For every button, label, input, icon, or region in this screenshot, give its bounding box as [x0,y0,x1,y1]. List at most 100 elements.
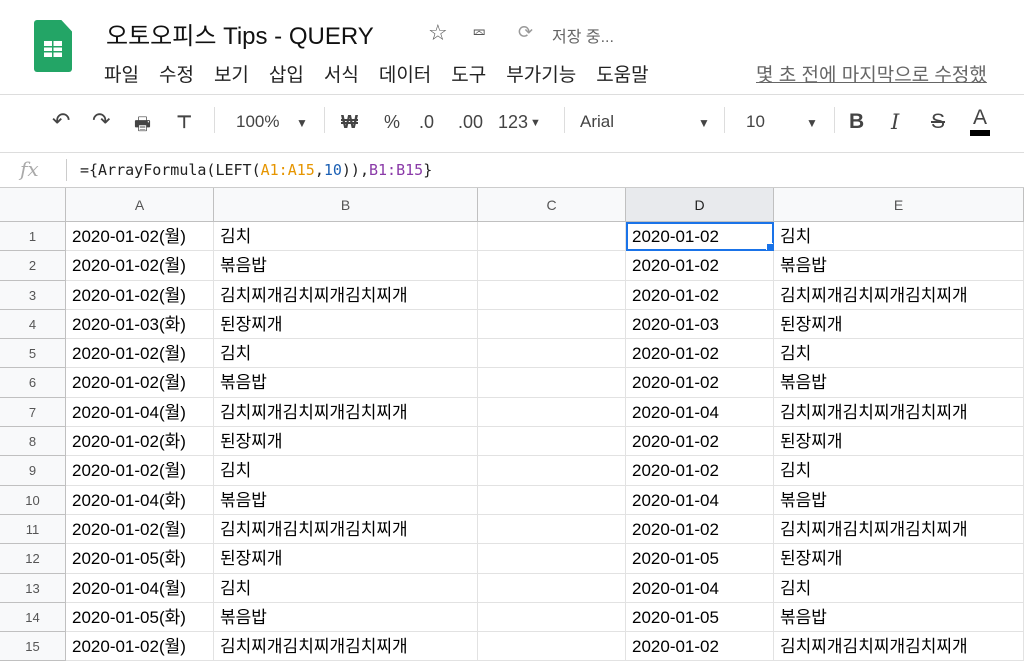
cell-a[interactable]: 2020-01-05(화) [66,544,214,574]
cell-c[interactable] [478,251,626,281]
cell-b[interactable]: 김치찌개김치찌개김치찌개 [214,397,478,428]
chevron-down-icon[interactable]: ▼ [698,116,710,130]
cell-a[interactable]: 2020-01-02(월) [66,280,214,310]
cell-a[interactable]: 2020-01-02(월) [66,456,214,486]
menu-file[interactable]: 파일 [104,60,139,87]
currency-button[interactable]: ₩ [341,112,358,133]
cell-e[interactable]: 된장찌개 [774,309,1024,340]
increase-decimal-button[interactable]: .00 [458,112,483,133]
cell-b[interactable]: 볶음밥 [214,251,478,281]
cell-d[interactable]: 2020-01-02 [626,368,774,398]
column-header-a[interactable]: A [66,188,214,222]
font-size-select[interactable]: 10 [746,112,765,132]
cell-d[interactable]: 2020-01-02 [626,632,774,662]
cell-d[interactable]: 2020-01-02 [626,280,774,310]
chevron-down-icon[interactable]: ▼ [806,116,818,130]
cell-b[interactable]: 김치찌개김치찌개김치찌개 [214,514,478,545]
text-color-button[interactable]: A [970,106,991,136]
row-header[interactable]: 14 [0,602,66,633]
cell-e[interactable]: 된장찌개 [774,544,1024,574]
cell-c[interactable] [478,368,626,398]
cell-e[interactable]: 김치찌개김치찌개김치찌개 [774,632,1024,662]
cell-b[interactable]: 된장찌개 [214,427,478,457]
cell-c[interactable] [478,485,626,515]
italic-button[interactable]: I [891,110,899,134]
row-header[interactable]: 8 [0,427,66,457]
cell-a[interactable]: 2020-01-02(화) [66,427,214,457]
cell-e[interactable]: 김치찌개김치찌개김치찌개 [774,397,1024,428]
cell-c[interactable] [478,456,626,486]
cell-c[interactable] [478,309,626,340]
print-icon[interactable]: 🖶 [134,112,151,142]
cell-a[interactable]: 2020-01-04(월) [66,573,214,603]
cell-d[interactable]: 2020-01-02 [626,251,774,281]
cell-b[interactable]: 된장찌개 [214,544,478,574]
cell-b[interactable]: 볶음밥 [214,602,478,633]
cell-c[interactable] [478,573,626,603]
cell-d[interactable]: 2020-01-04 [626,397,774,428]
row-header[interactable]: 1 [0,222,66,252]
cell-a[interactable]: 2020-01-02(월) [66,632,214,662]
row-header[interactable]: 11 [0,514,66,545]
document-title[interactable]: 오토오피스 Tips - QUERY [106,16,374,51]
row-header[interactable]: 7 [0,397,66,428]
cell-d[interactable]: 2020-01-02 [626,222,774,252]
column-header-e[interactable]: E [774,188,1024,222]
cell-b[interactable]: 김치 [214,456,478,486]
cell-c[interactable] [478,514,626,545]
cell-d[interactable]: 2020-01-04 [626,573,774,603]
menu-insert[interactable]: 삽입 [269,60,304,87]
cell-b[interactable]: 김치 [214,339,478,369]
font-select[interactable]: Arial [580,112,614,132]
cell-e[interactable]: 된장찌개 [774,427,1024,457]
cell-c[interactable] [478,427,626,457]
row-header[interactable]: 2 [0,251,66,281]
cell-c[interactable] [478,632,626,662]
cell-c[interactable] [478,339,626,369]
cell-c[interactable] [478,544,626,574]
cell-a[interactable]: 2020-01-03(화) [66,309,214,340]
cell-b[interactable]: 김치찌개김치찌개김치찌개 [214,632,478,662]
cell-d[interactable]: 2020-01-02 [626,339,774,369]
number-format-button[interactable]: 123 [498,112,528,133]
menu-help[interactable]: 도움말 [596,60,648,87]
cell-a[interactable]: 2020-01-02(월) [66,251,214,281]
row-header[interactable]: 13 [0,573,66,603]
cell-b[interactable]: 볶음밥 [214,485,478,515]
paint-format-icon[interactable]: ⊤ [176,112,192,133]
cell-d[interactable]: 2020-01-05 [626,602,774,633]
cell-b[interactable]: 김치찌개김치찌개김치찌개 [214,280,478,310]
bold-button[interactable]: B [849,110,864,134]
strikethrough-button[interactable]: S [931,110,945,134]
cell-c[interactable] [478,397,626,428]
cell-c[interactable] [478,602,626,633]
row-header[interactable]: 4 [0,309,66,340]
column-header-b[interactable]: B [214,188,478,222]
cell-c[interactable] [478,280,626,310]
last-edit-link[interactable]: 몇 초 전에 마지막으로 수정했 [756,60,987,87]
undo-icon[interactable]: ↶ [52,108,70,134]
formula-input[interactable]: ={ArrayFormula(LEFT(A1:A15,10)),B1:B15} [80,161,432,179]
cell-e[interactable]: 김치 [774,456,1024,486]
cell-a[interactable]: 2020-01-02(월) [66,339,214,369]
cell-d[interactable]: 2020-01-02 [626,427,774,457]
cell-e[interactable]: 김치 [774,573,1024,603]
cell-a[interactable]: 2020-01-02(월) [66,368,214,398]
column-header-c[interactable]: C [478,188,626,222]
cell-e[interactable]: 김치찌개김치찌개김치찌개 [774,280,1024,310]
row-header[interactable]: 9 [0,456,66,486]
cell-a[interactable]: 2020-01-05(화) [66,602,214,633]
row-header[interactable]: 15 [0,632,66,662]
cell-d[interactable]: 2020-01-04 [626,485,774,515]
move-folder-icon[interactable]: ⮹ [472,23,486,44]
sheets-logo-icon[interactable] [34,20,72,72]
cell-e[interactable]: 볶음밥 [774,485,1024,515]
cell-a[interactable]: 2020-01-04(월) [66,397,214,428]
cell-d[interactable]: 2020-01-03 [626,309,774,340]
row-header[interactable]: 12 [0,544,66,574]
cell-d[interactable]: 2020-01-05 [626,544,774,574]
cell-b[interactable]: 된장찌개 [214,309,478,340]
zoom-select[interactable]: 100% [236,112,279,132]
select-all-corner[interactable] [0,188,66,222]
row-header[interactable]: 10 [0,485,66,515]
